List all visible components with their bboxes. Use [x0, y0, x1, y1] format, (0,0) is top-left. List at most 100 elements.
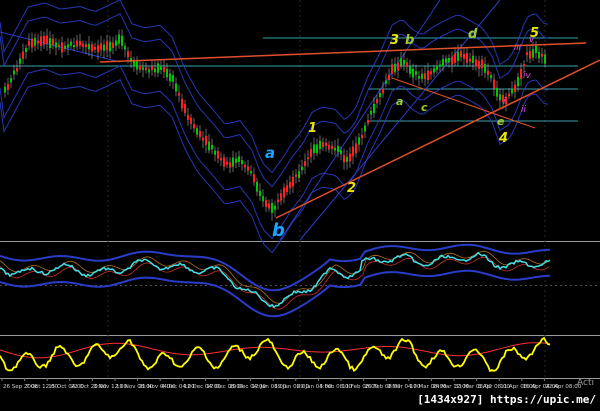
candle-bull — [538, 52, 540, 59]
candle-bear — [397, 62, 399, 71]
candle-bear — [487, 70, 489, 75]
candle-bull — [55, 42, 57, 48]
osc1-lower-band — [0, 269, 551, 318]
wave-label: 3 — [390, 33, 399, 48]
candle-bear — [181, 98, 183, 109]
candle-bear — [127, 51, 129, 58]
chart-svg: ab123 b d 5a ce4iiiiiiivv 26 Sep 20087 Oct 1… — [0, 0, 600, 390]
candle-bear — [40, 36, 42, 47]
candle-bull — [142, 67, 144, 70]
wave-label: 1 — [308, 121, 317, 136]
candle-bear — [226, 161, 228, 165]
candle-bull — [238, 156, 240, 162]
candle-bear — [28, 40, 30, 46]
candle-bear — [355, 143, 357, 154]
candle-bull — [445, 58, 447, 63]
candle-bull — [208, 141, 210, 151]
candle-bull — [439, 64, 441, 67]
candle-bear — [469, 58, 471, 62]
candle-bear — [280, 193, 282, 201]
candle-bear — [178, 92, 180, 96]
candle-bull — [448, 58, 450, 63]
candle-bear — [151, 66, 153, 71]
candle-bull — [169, 73, 171, 82]
candle-bull — [172, 75, 174, 82]
candle-bull — [88, 43, 90, 50]
candle-bear — [187, 115, 189, 120]
wave-label: d — [468, 27, 478, 42]
candle-bull — [457, 51, 459, 61]
candle-bear — [31, 38, 33, 48]
candle-bear — [139, 65, 141, 70]
candle-bull — [313, 144, 315, 153]
wave-label: a — [396, 95, 403, 108]
candle-bull — [256, 181, 258, 192]
candle-bull — [70, 41, 72, 46]
candle-bear — [361, 135, 363, 139]
candle-bear — [43, 35, 45, 45]
candle-bear — [310, 148, 312, 158]
candle-bear — [343, 155, 345, 163]
candle-bull — [241, 160, 243, 164]
candle-bear — [454, 53, 456, 63]
candle-bull — [133, 61, 135, 67]
wave-label: b — [405, 33, 414, 48]
candle-bear — [481, 59, 483, 69]
candle-bear — [22, 51, 24, 59]
candle-bear — [16, 68, 18, 72]
candle-bull — [517, 76, 519, 87]
candle-bear — [493, 79, 495, 89]
candle-bull — [400, 58, 402, 66]
candle-bear — [328, 144, 330, 150]
candle-bear — [463, 54, 465, 59]
candle-bull — [154, 68, 156, 73]
candle-bull — [10, 78, 12, 83]
osc1-main-line — [0, 251, 551, 309]
x-axis: 26 Sep 20087 Oct 12:0015 Oct 04:0022 Oct… — [1, 378, 582, 390]
candle-bear — [541, 53, 543, 57]
candle-bull — [121, 35, 123, 46]
candle-bear — [94, 47, 96, 50]
candle-bear — [247, 166, 249, 171]
candle-bear — [163, 67, 165, 73]
candle-bull — [259, 190, 261, 196]
candle-bull — [271, 203, 273, 213]
candle-bull — [274, 205, 276, 210]
candle-bull — [175, 83, 177, 92]
candle-bull — [148, 69, 150, 73]
candle-bull — [385, 80, 387, 84]
candle-bull — [211, 144, 213, 150]
candle-bear — [184, 103, 186, 114]
candle-bull — [157, 63, 159, 73]
candle-bull — [67, 44, 69, 48]
candle-bull — [412, 68, 414, 78]
candle-bull — [235, 158, 237, 163]
candle-bull — [115, 40, 117, 46]
candle-bull — [484, 63, 486, 73]
candle-bear — [277, 199, 279, 203]
watermark-act: Acti — [577, 378, 594, 388]
candle-bull — [334, 147, 336, 151]
wave-label: e — [497, 115, 505, 128]
candle-bull — [298, 171, 300, 179]
candle-bear — [295, 174, 297, 177]
candle-bull — [532, 49, 534, 58]
candle-bull — [499, 94, 501, 101]
candle-bear — [529, 51, 531, 59]
candle-bear — [82, 43, 84, 47]
candle-bull — [418, 75, 420, 79]
candle-bear — [193, 124, 195, 129]
candle-bear — [265, 200, 267, 207]
candle-bull — [433, 68, 435, 73]
candle-bear — [352, 146, 354, 157]
candle-bull — [442, 59, 444, 67]
candle-bear — [331, 145, 333, 150]
candle-bull — [415, 71, 417, 75]
candle-bull — [103, 44, 105, 51]
candle-bull — [379, 92, 381, 98]
candle-bull — [73, 44, 75, 48]
wave-label: 2 — [347, 181, 356, 196]
candle-bull — [319, 140, 321, 150]
candle-bear — [478, 61, 480, 69]
candle-bull — [262, 196, 264, 202]
